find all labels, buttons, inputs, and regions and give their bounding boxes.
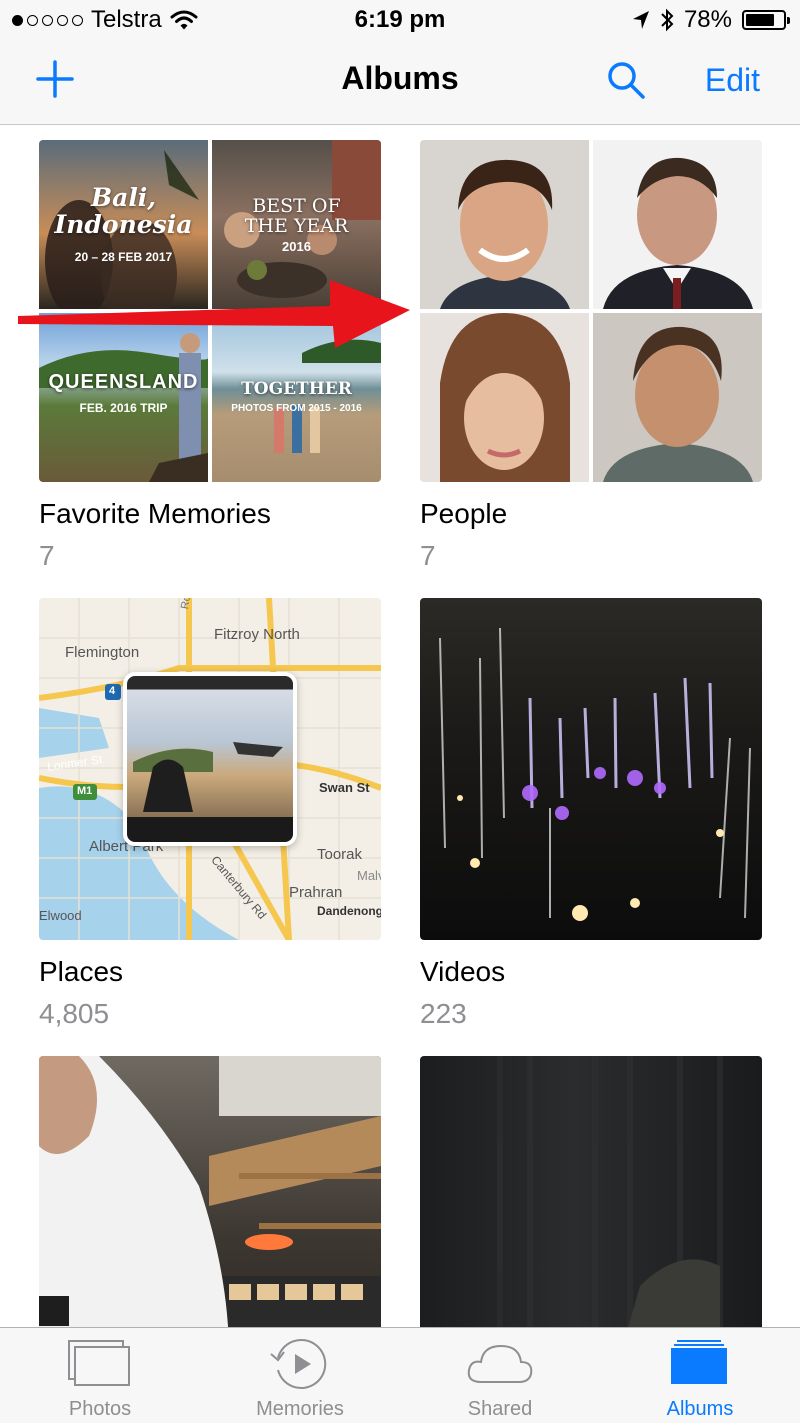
map-label: Prahran [289, 884, 343, 901]
album-thumbnail [39, 1056, 381, 1356]
album-count: 4,805 [39, 998, 110, 1029]
tab-label: Albums [666, 1398, 734, 1420]
fountain-video-frame [439, 627, 751, 921]
album-title: People [420, 498, 508, 529]
map-label: Flemington [65, 644, 140, 661]
memory-title: TOGETHER [241, 379, 352, 399]
map-label: M1 [77, 785, 93, 797]
album-title: Videos [420, 956, 506, 987]
battery-percent: 78% [683, 6, 732, 33]
shared-cloud-icon [467, 1344, 533, 1383]
map-label: Elwood [39, 908, 82, 923]
location-arrow-icon [632, 11, 649, 29]
tab-shared[interactable]: Shared [400, 1328, 600, 1423]
album-thumbnail [420, 1056, 762, 1356]
album-count: 7 [39, 540, 55, 571]
album-selfie[interactable] [39, 1056, 381, 1356]
carrier-name: Telstra [91, 6, 162, 33]
status-right: 78% [632, 6, 790, 34]
status-bar: Telstra 6:19 pm 78% [0, 0, 800, 40]
signal-strength-icon [12, 14, 83, 26]
tab-bar: Photos Memories Shared Albums [0, 1327, 800, 1423]
album-places[interactable]: Fitzroy North Flemington Royal Parade Lo… [39, 598, 381, 1030]
memories-tab-icon [270, 1339, 327, 1389]
memory-title: Bali, [90, 183, 157, 212]
album-videos[interactable]: Videos 223 [420, 598, 762, 1030]
person-face [593, 140, 762, 309]
tab-label: Shared [467, 1398, 533, 1420]
album-thumbnail [420, 140, 762, 482]
photos-tab-icon [68, 1340, 130, 1386]
tab-label: Memories [256, 1398, 344, 1420]
album-title: Places [39, 956, 124, 987]
map-label: Toorak [317, 846, 363, 863]
album-dark-room[interactable] [420, 1056, 762, 1356]
map-label: Swan St [319, 780, 370, 795]
battery-level [746, 14, 775, 26]
memory-title: BEST OF [252, 195, 341, 217]
wifi-icon [170, 10, 198, 30]
tab-memories[interactable]: Memories [200, 1328, 400, 1423]
person-face [420, 140, 589, 309]
tab-albums[interactable]: Albums [600, 1328, 800, 1423]
map-label: Fitzroy North [214, 626, 300, 643]
map-photo-pin [123, 672, 297, 846]
bluetooth-icon [661, 8, 674, 32]
add-album-button[interactable] [34, 58, 76, 100]
album-thumbnail [420, 598, 762, 940]
album-count: 223 [420, 998, 467, 1029]
memory-title: QUEENSLAND [48, 371, 199, 393]
tab-photos[interactable]: Photos [0, 1328, 200, 1423]
map-label: Malvern [357, 868, 381, 883]
album-title: Favorite Memories [39, 498, 271, 529]
memory-subtitle: PHOTOS FROM 2015 - 2016 [231, 403, 362, 414]
navigation-bar: Albums Edit [0, 40, 800, 125]
album-count: 7 [420, 540, 436, 571]
memory-title: THE YEAR [244, 215, 349, 237]
search-button[interactable] [604, 58, 648, 102]
annotation-arrow-icon [18, 280, 410, 348]
map-label: 4 [109, 685, 116, 697]
tab-label: Photos [68, 1398, 132, 1420]
album-people[interactable]: People 7 [420, 140, 762, 572]
album-thumbnail: Fitzroy North Flemington Royal Parade Lo… [39, 598, 381, 940]
battery-icon [742, 10, 790, 30]
edit-button[interactable]: Edit [705, 62, 760, 99]
albums-tab-icon [671, 1340, 727, 1384]
map-label: Dandenong [317, 904, 381, 918]
person-face [420, 313, 589, 482]
page-title: Albums [341, 60, 459, 96]
memory-subtitle: FEB. 2016 TRIP [79, 401, 168, 415]
memory-title: Indonesia [54, 210, 193, 239]
status-left: Telstra [12, 6, 198, 34]
person-face [593, 313, 762, 482]
